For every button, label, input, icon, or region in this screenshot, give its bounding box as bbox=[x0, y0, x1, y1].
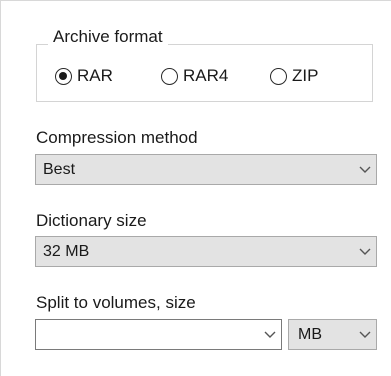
compression-method-dropdown[interactable]: Best bbox=[35, 154, 377, 185]
radio-zip-button[interactable] bbox=[270, 67, 287, 85]
radio-rar4-label: RAR4 bbox=[183, 66, 229, 85]
radio-rar-label: RAR bbox=[77, 66, 113, 85]
radio-rar-button[interactable] bbox=[55, 67, 72, 85]
chevron-down-icon[interactable] bbox=[354, 155, 376, 184]
split-volumes-size-input[interactable] bbox=[36, 320, 259, 349]
chevron-down-icon[interactable] bbox=[354, 320, 376, 349]
archive-options-panel: Archive format RAR RAR4 ZIP Compression … bbox=[0, 0, 391, 376]
compression-method-label: Compression method bbox=[36, 128, 198, 147]
split-volumes-size-combo[interactable] bbox=[35, 319, 282, 350]
radio-rar4-button[interactable] bbox=[161, 67, 178, 85]
compression-method-value: Best bbox=[43, 160, 76, 178]
radio-zip[interactable]: ZIP bbox=[270, 65, 318, 87]
archive-format-title: Archive format bbox=[48, 26, 168, 48]
split-volumes-unit-dropdown[interactable]: MB bbox=[288, 319, 377, 350]
radio-rar[interactable]: RAR bbox=[55, 65, 113, 87]
radio-rar4[interactable]: RAR4 bbox=[161, 65, 228, 87]
dictionary-size-label: Dictionary size bbox=[36, 211, 147, 230]
dictionary-size-value: 32 MB bbox=[43, 242, 90, 260]
chevron-down-icon[interactable] bbox=[259, 320, 281, 349]
split-volumes-label: Split to volumes, size bbox=[36, 293, 196, 312]
dictionary-size-dropdown[interactable]: 32 MB bbox=[35, 236, 377, 267]
split-volumes-unit-value: MB bbox=[298, 325, 322, 343]
chevron-down-icon[interactable] bbox=[354, 237, 376, 266]
radio-zip-label: ZIP bbox=[292, 66, 319, 85]
